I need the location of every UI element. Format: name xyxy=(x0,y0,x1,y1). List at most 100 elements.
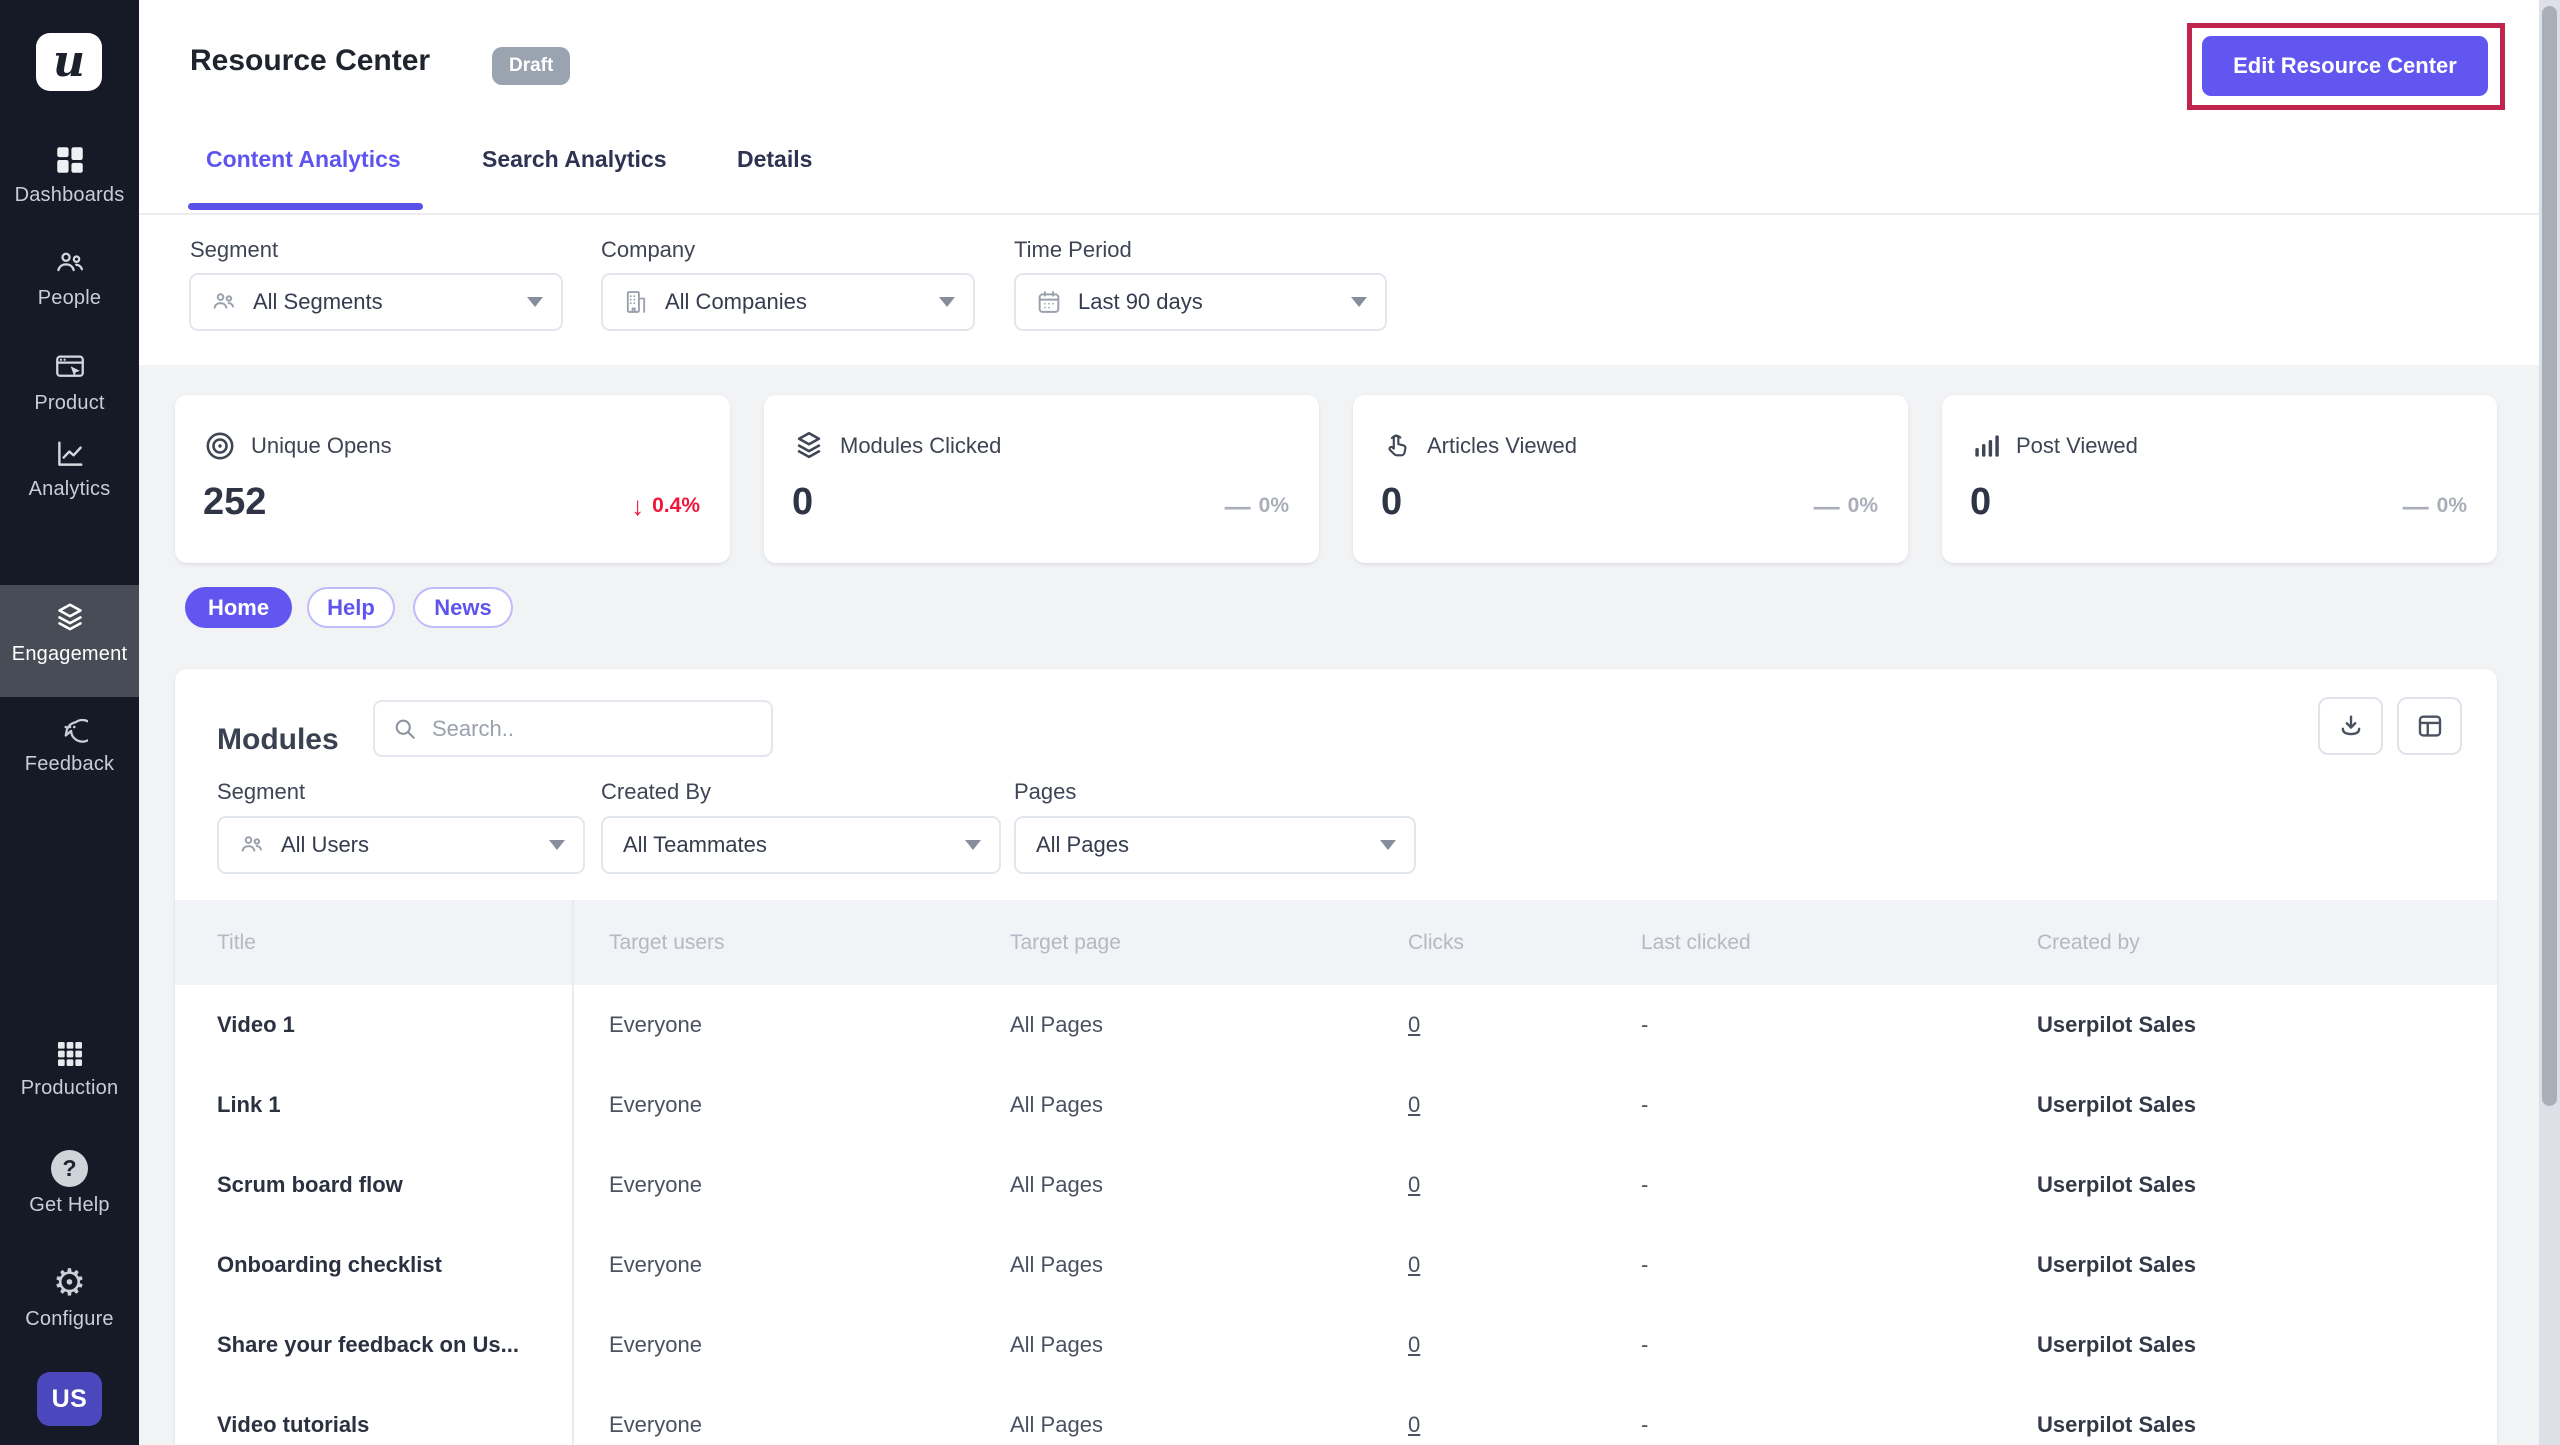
stat-card-unique-opens: Unique Opens 252 ↓ 0.4% xyxy=(175,395,730,563)
clicks-link[interactable]: 0 xyxy=(1408,1012,1420,1038)
column-header-created-by: Created by xyxy=(2037,931,2140,955)
stat-card-value: 252 xyxy=(203,481,266,524)
cell-last-clicked: - xyxy=(1641,1172,1648,1198)
cell-title: Share your feedback on Us... xyxy=(217,1332,519,1358)
chevron-down-icon xyxy=(1351,297,1367,307)
tab-details[interactable]: Details xyxy=(737,146,812,173)
help-question-icon: ? xyxy=(0,1150,139,1187)
header-divider xyxy=(139,213,2560,215)
pill-home[interactable]: Home xyxy=(185,587,292,628)
cell-target-page: All Pages xyxy=(1010,1332,1103,1358)
chevron-down-icon xyxy=(527,297,543,307)
user-avatar[interactable]: US xyxy=(37,1372,102,1426)
building-icon xyxy=(621,288,651,316)
cell-title: Onboarding checklist xyxy=(217,1252,442,1278)
sidebar-item-get-help[interactable]: ? Get Help xyxy=(0,1150,139,1217)
clicks-link[interactable]: 0 xyxy=(1408,1412,1420,1438)
modules-segment-label: Segment xyxy=(217,779,305,805)
avatar-initials: US xyxy=(52,1385,88,1414)
sidebar-item-production[interactable]: Production xyxy=(0,1038,139,1100)
production-grid-icon xyxy=(0,1038,139,1070)
modules-pages-select[interactable]: All Pages xyxy=(1014,816,1416,874)
cell-target-users: Everyone xyxy=(609,1172,702,1198)
stat-card-label: Modules Clicked xyxy=(840,433,1001,459)
modules-created-by-value: All Teammates xyxy=(623,832,767,858)
stat-card-value: 0 xyxy=(792,481,813,524)
sidebar-item-label: Production xyxy=(0,1077,139,1100)
columns-settings-button[interactable] xyxy=(2397,697,2462,755)
segment-select[interactable]: All Segments xyxy=(189,273,563,331)
cell-title: Scrum board flow xyxy=(217,1172,403,1198)
cell-target-page: All Pages xyxy=(1010,1092,1103,1118)
table-row: Onboarding checklist Everyone All Pages … xyxy=(175,1225,2497,1305)
modules-segment-select[interactable]: All Users xyxy=(217,816,585,874)
sidebar-item-label: Dashboards xyxy=(0,184,139,207)
tap-icon xyxy=(1381,429,1413,463)
search-input[interactable] xyxy=(432,716,732,742)
cell-target-page: All Pages xyxy=(1010,1252,1103,1278)
stat-card-articles-viewed: Articles Viewed 0 — 0% xyxy=(1353,395,1908,563)
cell-target-users: Everyone xyxy=(609,1092,702,1118)
table-row: Scrum board flow Everyone All Pages 0 - … xyxy=(175,1145,2497,1225)
pill-help[interactable]: Help xyxy=(307,587,395,628)
sidebar-item-people[interactable]: People xyxy=(0,246,139,310)
bar-chart-icon xyxy=(1970,429,2002,463)
cell-last-clicked: - xyxy=(1641,1012,1648,1038)
tab-search-analytics[interactable]: Search Analytics xyxy=(482,146,667,173)
table-row: Video 1 Everyone All Pages 0 - Userpilot… xyxy=(175,985,2497,1065)
layers-icon xyxy=(792,429,826,463)
clicks-link[interactable]: 0 xyxy=(1408,1092,1420,1118)
clicks-link[interactable]: 0 xyxy=(1408,1252,1420,1278)
cell-target-users: Everyone xyxy=(609,1332,702,1358)
modules-pages-value: All Pages xyxy=(1036,832,1129,858)
edit-resource-center-button[interactable]: Edit Resource Center xyxy=(2202,36,2488,96)
download-icon xyxy=(2336,711,2366,741)
company-select[interactable]: All Companies xyxy=(601,273,975,331)
stat-card-label: Post Viewed xyxy=(2016,433,2138,459)
page-title: Resource Center xyxy=(190,44,430,78)
sidebar-item-product[interactable]: Product xyxy=(0,351,139,415)
sidebar-item-feedback[interactable]: Feedback xyxy=(0,712,139,776)
cell-target-page: All Pages xyxy=(1010,1412,1103,1438)
company-select-value: All Companies xyxy=(665,289,807,315)
pill-news[interactable]: News xyxy=(413,587,513,628)
annotation-highlight-box: Edit Resource Center xyxy=(2187,23,2505,110)
column-header-title: Title xyxy=(217,931,256,955)
cell-created-by: Userpilot Sales xyxy=(2037,1252,2196,1278)
stat-card-label: Unique Opens xyxy=(251,433,392,459)
app-root: u Dashboards People Product Analytics xyxy=(0,0,2560,1445)
column-header-last-clicked: Last clicked xyxy=(1641,931,1751,955)
cell-target-users: Everyone xyxy=(609,1012,702,1038)
scrollbar-thumb[interactable] xyxy=(2542,6,2557,1106)
table-row: Share your feedback on Us... Everyone Al… xyxy=(175,1305,2497,1385)
modules-panel: Modules Segment Created By Pages All Use… xyxy=(175,669,2497,1445)
sidebar-item-dashboards[interactable]: Dashboards xyxy=(0,143,139,207)
sidebar-item-label: Configure xyxy=(0,1308,139,1331)
stat-card-value: 0 xyxy=(1381,481,1402,524)
modules-search[interactable] xyxy=(373,700,773,757)
sidebar-item-configure[interactable]: ⚙ Configure xyxy=(0,1264,139,1331)
chevron-down-icon xyxy=(965,840,981,850)
time-period-select[interactable]: Last 90 days xyxy=(1014,273,1387,331)
cell-title: Link 1 xyxy=(217,1092,281,1118)
modules-created-by-select[interactable]: All Teammates xyxy=(601,816,1001,874)
tab-content-analytics[interactable]: Content Analytics xyxy=(206,146,401,173)
table-row: Link 1 Everyone All Pages 0 - Userpilot … xyxy=(175,1065,2497,1145)
userpilot-logo[interactable]: u xyxy=(36,33,102,91)
sidebar-item-engagement[interactable]: Engagement xyxy=(0,600,139,666)
scrollbar-track[interactable] xyxy=(2539,0,2560,1445)
column-header-clicks: Clicks xyxy=(1408,931,1464,955)
clicks-link[interactable]: 0 xyxy=(1408,1172,1420,1198)
download-button[interactable] xyxy=(2318,697,2383,755)
chevron-down-icon xyxy=(1380,840,1396,850)
table-row: Video tutorials Everyone All Pages 0 - U… xyxy=(175,1385,2497,1445)
cell-last-clicked: - xyxy=(1641,1252,1648,1278)
cell-title: Video 1 xyxy=(217,1012,295,1038)
sidebar-item-label: People xyxy=(0,287,139,310)
segment-filter-label: Segment xyxy=(190,237,278,263)
sidebar-item-analytics[interactable]: Analytics xyxy=(0,437,139,501)
cell-created-by: Userpilot Sales xyxy=(2037,1092,2196,1118)
flat-dash-icon: — xyxy=(2403,493,2429,519)
clicks-link[interactable]: 0 xyxy=(1408,1332,1420,1358)
sidebar-item-label: Analytics xyxy=(0,478,139,501)
